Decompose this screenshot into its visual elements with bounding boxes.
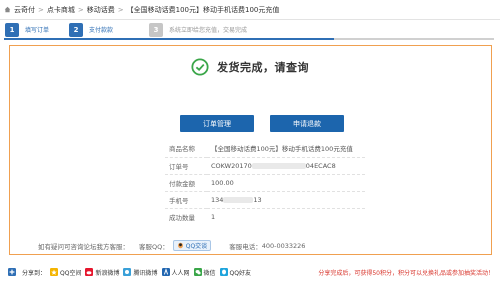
breadcrumb-item-mobile-recharge[interactable]: 移动话费 [87, 5, 115, 15]
contact-prompt: 如有疑问可咨询论坛我方客服： [38, 242, 129, 251]
order-number-value: COKW20170 04ECAC8 [207, 156, 365, 174]
breadcrumb-item-card-mall[interactable]: 点卡商城 [47, 5, 75, 15]
step-2: 2 支付款款 [64, 20, 144, 39]
field-label: 成功数量 [165, 207, 207, 225]
breadcrumb-separator: > [117, 5, 124, 14]
order-info-table: 商品名称 【全国移动话费100元】移动手机话费100元充值 订单号 COKW20… [165, 140, 365, 225]
step-label: 系统立即给您充值，交易完成 [169, 27, 248, 34]
check-circle-icon [191, 58, 209, 76]
field-label: 手机号 [165, 190, 207, 208]
redacted-blur [251, 162, 306, 169]
step-3: 3 系统立即给您充值，交易完成 [144, 20, 247, 39]
qq-icon [177, 242, 183, 249]
share-sina-weibo[interactable]: 新浪微博 [85, 268, 119, 277]
step-number: 3 [149, 22, 163, 37]
table-row: 成功数量 1 [165, 207, 365, 225]
phone-suffix: 13 [253, 195, 262, 204]
qzone-icon [50, 268, 59, 276]
wechat-icon [193, 268, 202, 276]
share-label-qzone: QQ空间 [60, 269, 82, 277]
share-label-tencent-weibo: 腾讯微博 [133, 269, 158, 277]
tencent-weibo-icon [123, 268, 132, 276]
product-name-value: 【全国移动话费100元】移动手机话费100元充值 [211, 145, 353, 154]
share-qzone[interactable]: QQ空间 [50, 268, 81, 277]
phone-label: 客服电话： [229, 242, 262, 251]
sina-weibo-icon [85, 268, 94, 276]
step-label: 支付款款 [89, 27, 114, 34]
phone-prefix: 134 [211, 195, 224, 204]
share-qq-friend[interactable]: QQ好友 [219, 268, 251, 277]
field-label: 付款金额 [165, 173, 207, 191]
order-management-button[interactable]: 订单管理 [180, 115, 254, 132]
status-text: 发货完成，请查询 [217, 61, 309, 74]
step-1: 1 填写订单 [0, 20, 64, 39]
qq-chat-button[interactable]: QQ交谈 [172, 240, 212, 251]
progress-bar-complete [4, 38, 334, 40]
share-bar: 分享到： QQ空间 新浪微博 腾讯微博 人人网 微信 QQ好友 分享完成后，可获… [0, 262, 500, 282]
renren-icon [161, 268, 170, 276]
field-label: 订单号 [165, 156, 207, 174]
order-number-suffix: 04ECAC8 [305, 161, 336, 170]
progress-steps: 1 填写订单 2 支付款款 3 系统立即给您充值，交易完成 [0, 20, 500, 39]
share-label-wechat: 微信 [203, 269, 216, 277]
share-label-qq-friend: QQ好友 [229, 269, 251, 277]
table-row: 订单号 COKW20170 04ECAC8 [165, 156, 365, 174]
phone-number: 400-0033226 [261, 241, 306, 250]
share-plus-icon [8, 268, 16, 276]
order-number-prefix: COKW20170 [211, 161, 252, 170]
breadcrumb-separator: > [38, 5, 44, 14]
status-message: 发货完成，请查询 [191, 58, 309, 76]
share-label-renren: 人人网 [171, 269, 190, 277]
success-quantity-value: 1 [207, 207, 365, 225]
share-label: 分享到： [22, 269, 47, 277]
qq-friend-icon [219, 268, 228, 276]
step-number: 1 [5, 22, 19, 37]
share-tencent-weibo[interactable]: 腾讯微博 [123, 268, 158, 277]
step-label: 填写订单 [25, 27, 50, 34]
payment-amount-value: 100.00 [207, 173, 365, 191]
qq-label: 客服QQ： [139, 242, 169, 251]
progress-bar-remaining [334, 38, 494, 40]
share-renren[interactable]: 人人网 [161, 268, 190, 277]
breadcrumb-separator: > [77, 5, 84, 14]
breadcrumb-item-yunqifu[interactable]: 云奇付 [14, 5, 35, 15]
step-number: 2 [69, 22, 83, 37]
qq-chat-label: QQ交谈 [185, 243, 208, 250]
field-label: 商品名称 [169, 145, 195, 154]
share-wechat[interactable]: 微信 [193, 268, 216, 277]
share-label-sina-weibo: 新浪微博 [95, 269, 120, 277]
table-row: 付款金额 100.00 [165, 173, 365, 191]
share-reward-note: 分享完成后，可获得50积分，积分可以兑换礼品或参加抽奖活动！ [318, 270, 494, 277]
table-row: 手机号 134 13 [165, 190, 365, 208]
breadcrumb: 云奇付 > 点卡商城 > 移动话费 > 【全国移动话费100元】移动手机话费10… [0, 0, 500, 20]
customer-service-contact: 如有疑问可咨询论坛我方客服： 客服QQ： QQ交谈 客服电话： 400-0033… [38, 240, 305, 251]
redacted-blur [223, 196, 254, 203]
request-refund-button[interactable]: 申请退款 [270, 115, 344, 132]
breadcrumb-current: 【全国移动话费100元】移动手机话费100元充值 [126, 5, 280, 14]
table-row: 商品名称 【全国移动话费100元】移动手机话费100元充值 [165, 140, 365, 157]
home-icon [4, 6, 11, 13]
phone-number-value: 134 13 [207, 190, 365, 208]
